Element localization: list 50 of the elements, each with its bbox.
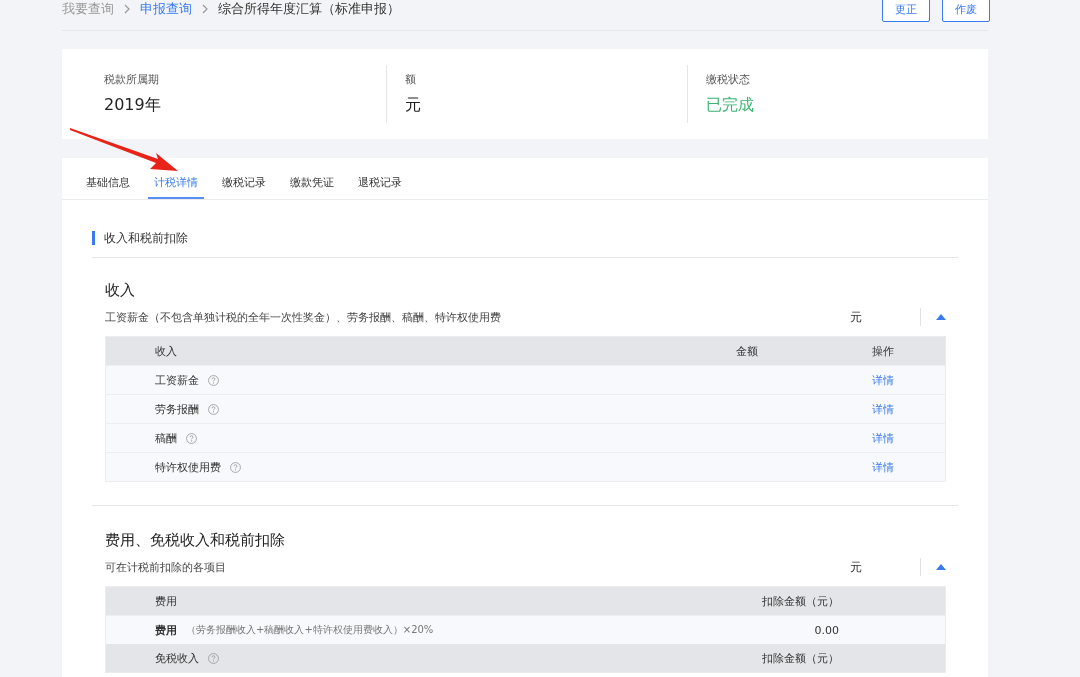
tab[interactable]: 退税记录 — [352, 176, 408, 199]
group-title: 费用、免税收入和税前扣除 — [105, 531, 286, 550]
tab[interactable]: 缴款凭证 — [284, 176, 340, 199]
help-icon[interactable] — [208, 652, 219, 664]
help-icon[interactable] — [186, 432, 197, 444]
help-icon[interactable] — [230, 461, 241, 473]
action-button[interactable]: 更正 — [882, 0, 930, 22]
summary-value: 2019年 — [104, 95, 162, 116]
column-header: 免税收入 — [155, 650, 199, 666]
help-icon[interactable] — [208, 403, 219, 415]
table-cell-text: 0.00 — [814, 623, 840, 637]
table-cell: 劳务报酬 — [155, 401, 199, 417]
total-unit: 元 — [850, 308, 862, 326]
section-title: 收入和税前扣除 — [104, 229, 188, 247]
formula-note: （劳务报酬收入+稿酬收入+特许权使用费收入）×20% — [186, 623, 434, 637]
summary-label: 税款所属期 — [104, 72, 160, 87]
tab[interactable]: 基础信息 — [80, 176, 136, 199]
group-subtitle: 工资薪金（不包含单独计税的全年一次性奖金）、劳务报酬、稿酬、特许权使用费 — [105, 309, 502, 325]
column-header: 扣除金额（元） — [762, 593, 840, 609]
details-link[interactable]: 详情 — [806, 459, 932, 475]
summary-value: 已完成 — [706, 95, 755, 116]
tab[interactable]: 缴税记录 — [216, 176, 272, 199]
breadcrumb-current: 综合所得年度汇算（标准申报） — [218, 0, 400, 18]
summary-value: 元 — [405, 95, 422, 116]
group-title: 收入 — [105, 281, 136, 300]
chevron-icon — [124, 4, 130, 14]
column-header: 操作 — [871, 343, 895, 359]
help-icon[interactable] — [208, 374, 219, 386]
breadcrumb-link[interactable]: 申报查询 — [140, 0, 192, 18]
table-cell: 特许权使用费 — [155, 459, 221, 475]
details-link[interactable]: 详情 — [806, 372, 932, 388]
details-link[interactable]: 详情 — [806, 401, 932, 417]
tab[interactable]: 计税详情 — [148, 176, 204, 199]
table-cell: 工资薪金 — [155, 372, 199, 388]
breadcrumb-item[interactable]: 我要查询 — [62, 0, 114, 18]
summary-label: 缴税状态 — [706, 72, 751, 87]
column-header: 费用 — [155, 593, 177, 609]
column-header: 金额 — [736, 343, 759, 359]
action-button[interactable]: 作废 — [942, 0, 990, 22]
chevron-icon — [202, 4, 208, 14]
table-cell: 稿酬 — [155, 430, 177, 446]
collapse-icon[interactable] — [936, 564, 946, 570]
details-link[interactable]: 详情 — [806, 430, 932, 446]
column-header: 扣除金额（元） — [762, 650, 840, 666]
group-subtitle: 可在计税前扣除的各项目 — [105, 559, 227, 575]
total-unit: 元 — [850, 558, 862, 576]
summary-label: 额 — [405, 72, 417, 87]
table-cell: 费用 — [155, 622, 177, 638]
collapse-icon[interactable] — [936, 314, 946, 320]
column-header: 收入 — [154, 343, 178, 359]
